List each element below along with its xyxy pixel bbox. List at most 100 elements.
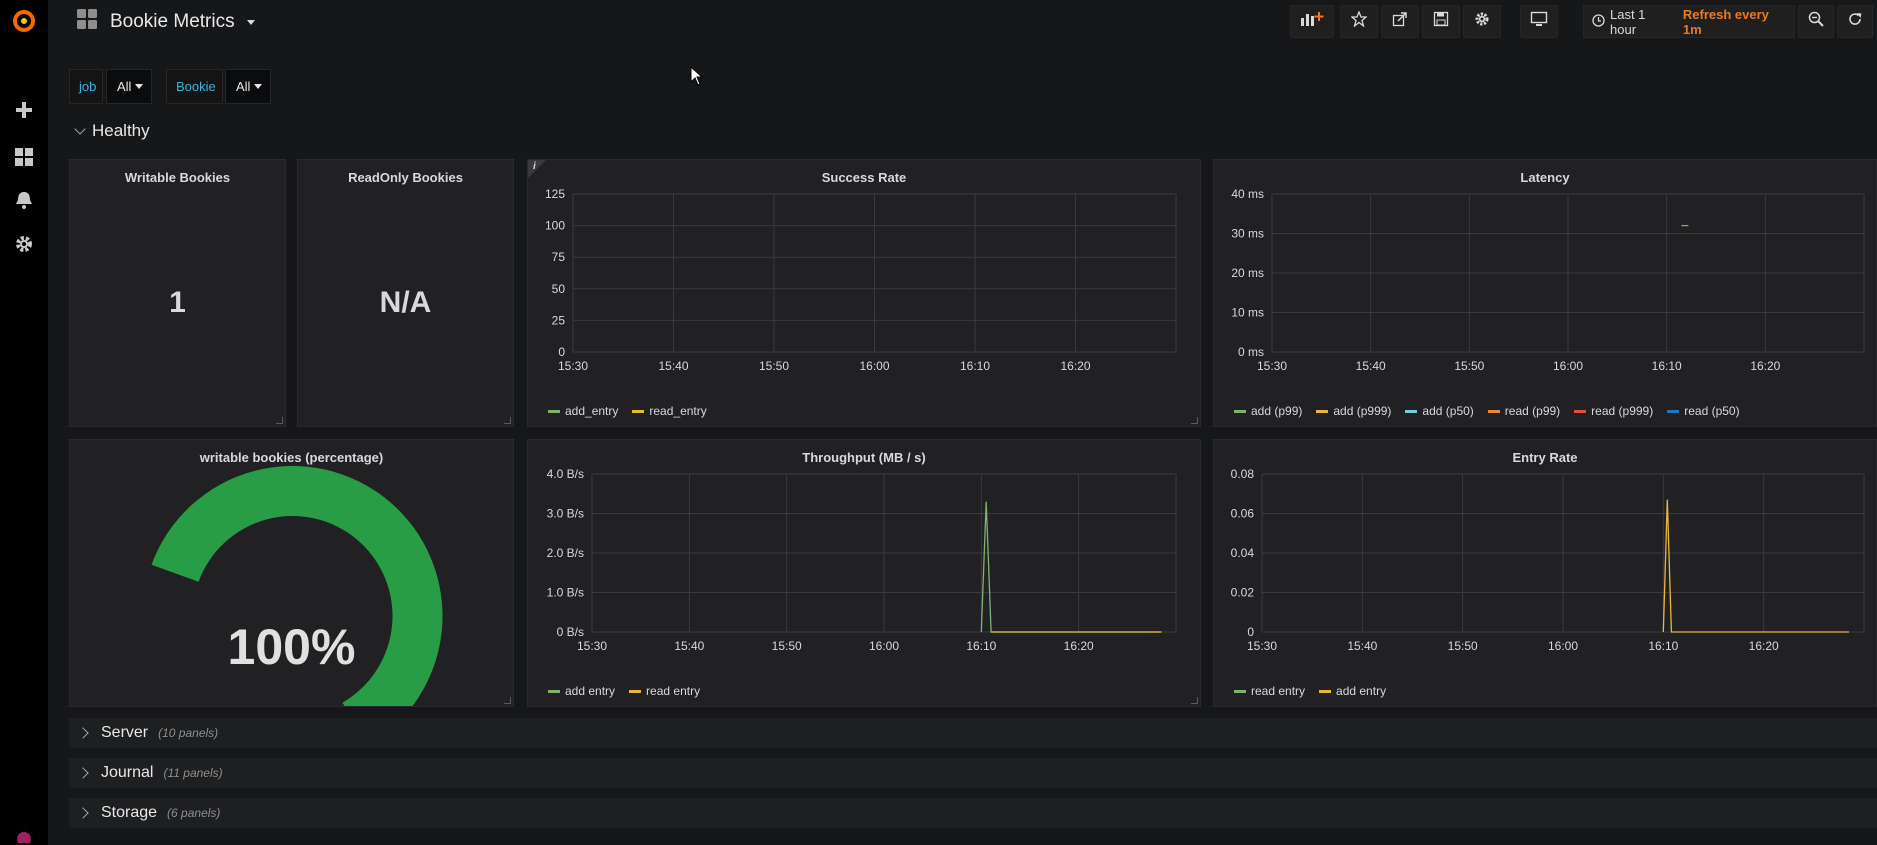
legend-swatch [548, 409, 560, 413]
star-button[interactable] [1340, 5, 1378, 38]
panel-title: Success Rate [821, 170, 907, 185]
legend-swatch [1319, 689, 1332, 693]
chevron-right-icon [77, 807, 89, 819]
legend-item[interactable]: add entry [1319, 684, 1386, 698]
legend-item[interactable]: read (p50) [1667, 404, 1740, 418]
x-tick-label: 15:30 [577, 639, 607, 653]
row-server[interactable]: Server (10 panels) [69, 718, 1877, 748]
share-button[interactable] [1381, 5, 1419, 38]
panel-title: Writable Bookies [124, 170, 231, 185]
resize-handle[interactable] [276, 417, 283, 424]
stat-value: N/A [379, 286, 432, 319]
clock-icon [1592, 13, 1605, 30]
time-range-label: Last 1 hour [1610, 6, 1646, 37]
variable-value-bookie: All [236, 79, 251, 94]
variable-label-bookie: Bookie [166, 69, 223, 104]
x-tick-label: 15:30 [1247, 639, 1277, 653]
zoom-out-icon [1808, 11, 1824, 32]
panel-title: Throughput (MB / s) [802, 450, 926, 465]
grafana-logo-icon[interactable] [0, 0, 48, 40]
sidebar [0, 0, 48, 845]
y-tick-label: 0 [558, 345, 565, 359]
legend-item[interactable]: read entry [1234, 684, 1305, 698]
panel-title: writable bookies (percentage) [199, 450, 384, 465]
chart-throughput: 4.0 B/s 3.0 B/s 2.0 B/s 1.0 B/s 0 B/s15:30 15… [547, 467, 1177, 653]
time-range-picker[interactable]: Last 1 hour Refresh every 1m [1583, 5, 1795, 38]
chevron-right-icon [77, 767, 89, 779]
panel-success-rate[interactable]: i Success Rate 125 100 75 50 25 0 15:30 15:40 15… [527, 159, 1201, 427]
resize-handle[interactable] [504, 697, 511, 704]
row-journal[interactable]: Journal (11 panels) [69, 758, 1877, 788]
y-tick-label: 25 [552, 313, 566, 327]
x-tick-label: 16:00 [859, 359, 889, 373]
share-icon [1392, 11, 1408, 32]
panel-writable-bookies[interactable]: Writable Bookies 1 [69, 159, 286, 427]
refresh-button[interactable] [1837, 5, 1873, 38]
legend: add_entry read_entry [548, 404, 707, 418]
x-tick-label: 15:40 [658, 359, 688, 373]
legend-label: read entry [1251, 684, 1306, 698]
y-tick-label: 1.0 B/s [547, 586, 584, 600]
mouse-cursor-icon [690, 65, 704, 91]
panel-entry-rate[interactable]: Entry Rate 0.08 0.06 0.04 0.02 0 15:30 15:40 15… [1213, 439, 1877, 707]
tv-mode-button[interactable] [1520, 5, 1558, 38]
row-title-healthy: Healthy [92, 121, 150, 140]
save-button[interactable] [1422, 5, 1460, 38]
bell-icon[interactable] [0, 180, 48, 220]
legend-label: add entry [565, 684, 616, 698]
y-tick-label: 0.02 [1231, 586, 1255, 600]
y-tick-label: 2.0 B/s [547, 546, 584, 560]
legend-item[interactable]: read entry [629, 684, 700, 698]
y-tick-label: 125 [545, 187, 565, 201]
add-panel-button[interactable] [1290, 5, 1334, 38]
panel-writable-percentage[interactable]: writable bookies (percentage) 100% [69, 439, 514, 707]
dashboards-icon[interactable] [0, 137, 48, 177]
x-tick-label: 16:20 [1060, 359, 1090, 373]
legend-item[interactable]: add (p99) [1234, 404, 1302, 418]
legend-item[interactable]: add_entry [548, 404, 618, 418]
x-tick-label: 15:40 [1356, 359, 1386, 373]
x-tick-label: 16:10 [1652, 359, 1682, 373]
settings-button[interactable] [1463, 5, 1501, 38]
user-avatar-icon[interactable] [0, 825, 48, 845]
legend: add (p99) add (p999) add (p50) read (p99) re… [1234, 404, 1740, 418]
legend-item[interactable]: read (p99) [1487, 404, 1560, 418]
refresh-interval-label: Refresh every 1m [1682, 6, 1769, 37]
variable-select-job[interactable]: All [106, 69, 152, 104]
variable-label-job: job [69, 69, 103, 104]
variable-select-bookie[interactable]: All [225, 69, 271, 104]
row-panel-count: (6 panels) [167, 806, 221, 820]
panel-readonly-bookies[interactable]: ReadOnly Bookies N/A [297, 159, 514, 427]
row-header-healthy[interactable]: Healthy [74, 121, 150, 141]
star-icon [1350, 10, 1368, 32]
zoom-out-button[interactable] [1798, 5, 1834, 38]
panel-title: ReadOnly Bookies [348, 170, 463, 185]
dashboard-title[interactable]: Bookie Metrics [76, 8, 255, 36]
row-name: Storage [101, 804, 158, 821]
y-tick-label: 50 [552, 282, 566, 296]
legend-swatch [548, 689, 560, 693]
panel-throughput[interactable]: Throughput (MB / s) 4.0 B/s 3.0 B/s 2.0 B/… [527, 439, 1201, 707]
legend-item[interactable]: add (p999) [1316, 404, 1391, 418]
y-tick-label: 75 [552, 250, 566, 264]
stat-value: 1 [169, 286, 186, 319]
chart-latency: 40 ms 30 ms 20 ms 10 ms 0 ms15:30 15:40 15:50 1… [1231, 187, 1865, 373]
legend: read entry add entry [1234, 684, 1386, 698]
legend-swatch [629, 689, 642, 693]
legend-item[interactable]: read_entry [632, 404, 707, 418]
legend-item[interactable]: read (p999) [1574, 404, 1653, 418]
x-tick-label: 16:20 [1750, 359, 1780, 373]
save-icon [1433, 11, 1449, 32]
row-name: Journal [101, 764, 154, 781]
panel-latency[interactable]: Latency 40 ms 30 ms 20 ms 10 ms 0 ms 15:30 15:… [1213, 159, 1877, 427]
legend-label: read (p50) [1684, 404, 1740, 418]
resize-handle[interactable] [1191, 697, 1198, 704]
legend-item[interactable]: add (p50) [1405, 404, 1474, 418]
row-storage[interactable]: Storage (6 panels) [69, 798, 1877, 828]
plus-icon[interactable] [0, 90, 48, 130]
gear-icon[interactable] [0, 224, 48, 264]
legend-item[interactable]: add entry [548, 684, 615, 698]
resize-handle[interactable] [504, 417, 511, 424]
x-tick-label: 16:00 [869, 639, 899, 653]
resize-handle[interactable] [1191, 417, 1198, 424]
